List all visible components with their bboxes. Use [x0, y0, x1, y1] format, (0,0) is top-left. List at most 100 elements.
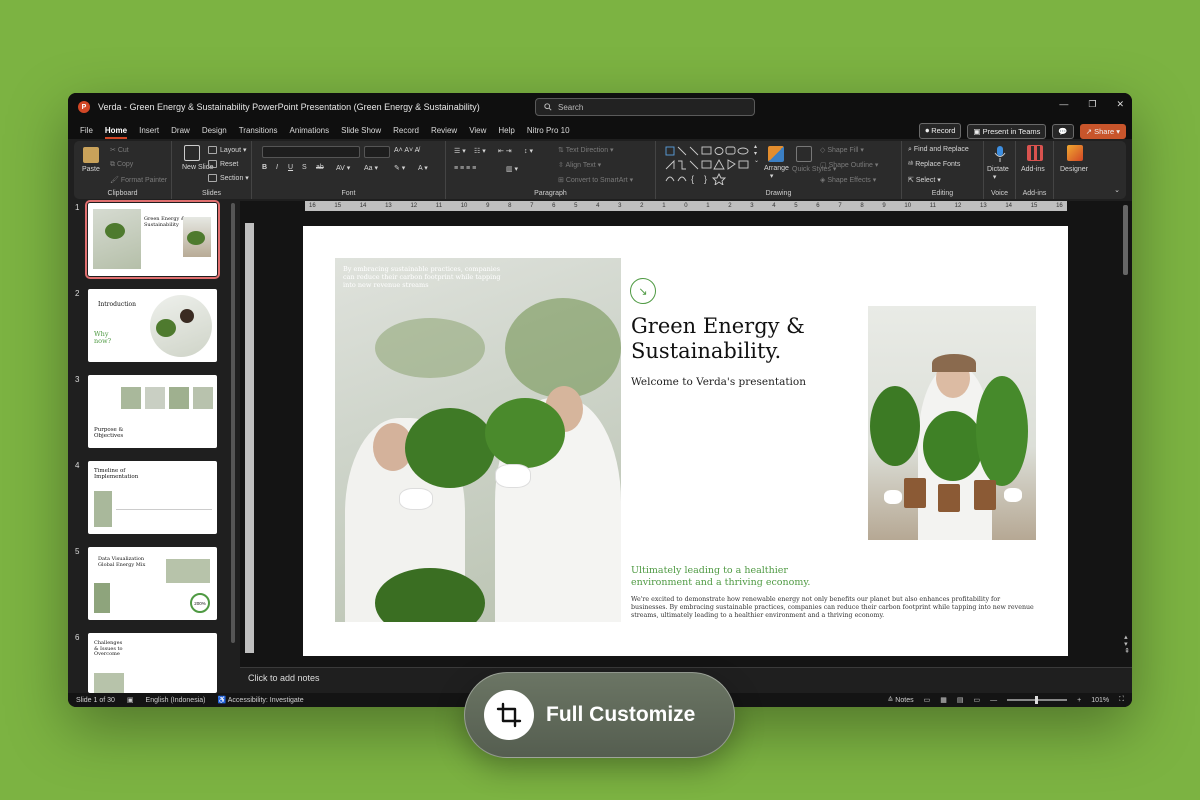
- search-input[interactable]: Search: [535, 98, 755, 116]
- slide-subtitle[interactable]: Welcome to Verda's presentation: [631, 376, 806, 388]
- ruler-tick-label: 6: [816, 203, 820, 209]
- line-spacing-button[interactable]: ↕ ▾: [524, 147, 533, 155]
- editor-scrollbar[interactable]: [1123, 205, 1128, 275]
- slide-thumbnail-3[interactable]: Purpose & Objectives: [88, 375, 217, 448]
- ruler-tick-label: 1: [662, 203, 666, 209]
- section-button[interactable]: Section ▾: [208, 174, 249, 183]
- dictate-button[interactable]: Dictate ▾: [987, 166, 1009, 181]
- copy-button[interactable]: ⧉ Copy: [110, 161, 133, 169]
- arrange-button[interactable]: Arrange ▾: [764, 165, 789, 180]
- slide-thumbnail-6[interactable]: Challenges & Issues to Overcome: [88, 633, 217, 693]
- indent-buttons[interactable]: ⇤ ⇥: [498, 147, 512, 155]
- plant-leaves-shape: [923, 411, 983, 481]
- comments-button[interactable]: 💬: [1052, 123, 1074, 139]
- font-size-select[interactable]: [364, 146, 390, 158]
- shapes-scroll[interactable]: ▴ ▾ ⌄: [754, 143, 759, 164]
- share-button[interactable]: ↗ Share ▾: [1079, 123, 1126, 139]
- highlight-button[interactable]: ✎ ▾: [394, 164, 405, 172]
- ribbon-collapse-icon[interactable]: ⌄: [1114, 186, 1120, 194]
- alignment-buttons[interactable]: ≡ ≡ ≡ ≡: [454, 165, 476, 172]
- underline-button[interactable]: U: [288, 164, 293, 171]
- tab-insert[interactable]: Insert: [139, 126, 159, 135]
- bold-button[interactable]: B: [262, 164, 267, 171]
- arrow-down-right-icon: ↘: [630, 278, 656, 304]
- tab-design[interactable]: Design: [202, 126, 227, 135]
- shape-effects-button[interactable]: ◈ Shape Effects ▾: [820, 176, 876, 184]
- slide-body-text[interactable]: We're excited to demonstrate how renewab…: [631, 596, 1036, 621]
- addins-button[interactable]: Add-ins: [1021, 166, 1045, 173]
- current-slide[interactable]: By embracing sustainable practices, comp…: [303, 226, 1068, 656]
- reset-button[interactable]: Reset: [208, 160, 238, 168]
- italic-button[interactable]: I: [276, 164, 278, 171]
- slideshow-icon[interactable]: ▭: [973, 696, 980, 704]
- record-button[interactable]: ⏺ Record: [919, 123, 962, 139]
- tab-record[interactable]: Record: [393, 126, 419, 135]
- cut-button[interactable]: ✂ Cut: [110, 146, 129, 154]
- drawing-group: {} ▴ ▾ ⌄ Arrange ▾ Quick Styles ▾ ◇ Shape …: [656, 141, 902, 199]
- bullets-button[interactable]: ☰ ▾: [454, 147, 466, 155]
- close-button[interactable]: ✕: [1116, 99, 1124, 110]
- minimize-button[interactable]: —: [1059, 99, 1068, 110]
- shapes-gallery[interactable]: {}: [664, 145, 754, 185]
- language-indicator[interactable]: English (Indonesia): [146, 697, 206, 704]
- shape-fill-button[interactable]: ◇ Shape Fill ▾: [820, 146, 864, 154]
- layout-button[interactable]: Layout ▾: [208, 146, 247, 155]
- notes-toggle-button[interactable]: ≙ Notes: [887, 696, 913, 704]
- scroll-arrows-icon[interactable]: ▴ ▾ ⇞: [1124, 634, 1130, 655]
- font-size-controls[interactable]: A˄ A˅ A̸: [394, 147, 419, 154]
- font-color-button[interactable]: A ▾: [418, 164, 428, 172]
- format-painter-button[interactable]: 🖌 Format Painter: [110, 176, 167, 184]
- zoom-in-button[interactable]: +: [1077, 697, 1081, 704]
- tab-view[interactable]: View: [469, 126, 486, 135]
- char-spacing-button[interactable]: AV ▾: [336, 164, 350, 172]
- align-text-button[interactable]: ⇳ Align Text ▾: [558, 161, 601, 169]
- accessibility-status[interactable]: ♿ Accessibility: Investigate: [217, 696, 303, 704]
- numbering-button[interactable]: ☷ ▾: [474, 147, 486, 155]
- slide-highlight-text[interactable]: Ultimately leading to a healthier enviro…: [631, 565, 851, 589]
- shape-outline-button[interactable]: ▢ Shape Outline ▾: [820, 161, 878, 169]
- slide-thumbnail-5[interactable]: Data Visualization Global Energy Mix 200…: [88, 547, 217, 620]
- strikethrough-button[interactable]: ab: [316, 164, 324, 171]
- zoom-out-button[interactable]: —: [990, 697, 997, 704]
- thumbnail-scrollbar[interactable]: [231, 203, 235, 643]
- dictate-label: Dictate: [987, 166, 1009, 173]
- replace-fonts-button[interactable]: ᵃᵇ Replace Fonts: [908, 161, 960, 168]
- change-case-button[interactable]: Aa ▾: [364, 164, 378, 172]
- font-label: Font: [341, 190, 356, 197]
- thumbnail-number: 5: [75, 547, 80, 556]
- select-button[interactable]: ⇱ Select ▾: [908, 176, 941, 184]
- paste-button[interactable]: Paste: [82, 166, 100, 173]
- fit-slide-icon[interactable]: ⛶: [1119, 696, 1124, 704]
- maximize-button[interactable]: ❐: [1088, 99, 1096, 110]
- designer-icon: [1067, 145, 1083, 161]
- arrange-icon: [768, 146, 784, 162]
- thumbnail-photo: [166, 559, 210, 583]
- slide-thumbnail-2[interactable]: Introduction Why now?: [88, 289, 217, 362]
- zoom-level[interactable]: 101%: [1091, 697, 1109, 704]
- tab-transitions[interactable]: Transitions: [239, 126, 278, 135]
- find-replace-button[interactable]: ⌕ Find and Replace: [908, 146, 969, 154]
- tab-animations[interactable]: Animations: [290, 126, 330, 135]
- spell-check-icon[interactable]: ▣: [127, 696, 134, 704]
- tab-nitro[interactable]: Nitro Pro 10: [527, 126, 570, 135]
- smartart-button[interactable]: ⊞ Convert to SmartArt ▾: [558, 176, 633, 184]
- zoom-slider[interactable]: [1007, 696, 1068, 704]
- slide-sorter-icon[interactable]: ▦: [940, 696, 947, 704]
- present-in-teams-button[interactable]: ▣ Present in Teams: [967, 123, 1047, 139]
- text-direction-button[interactable]: ⇅ Text Direction ▾: [558, 146, 614, 154]
- normal-view-icon[interactable]: ▭: [924, 696, 931, 704]
- tab-draw[interactable]: Draw: [171, 126, 190, 135]
- tab-file[interactable]: File: [80, 126, 93, 135]
- tab-help[interactable]: Help: [498, 126, 514, 135]
- tab-review[interactable]: Review: [431, 126, 457, 135]
- designer-button[interactable]: Designer: [1060, 166, 1088, 173]
- slide-thumbnail-4[interactable]: Timeline of Implementation: [88, 461, 217, 534]
- tab-home[interactable]: Home: [104, 126, 128, 139]
- shadow-button[interactable]: S: [302, 164, 307, 171]
- tab-slide-show[interactable]: Slide Show: [341, 126, 381, 135]
- slide-thumbnail-1[interactable]: Green Energy & Sustainability: [85, 200, 220, 279]
- columns-button[interactable]: ▥ ▾: [506, 165, 518, 173]
- reading-view-icon[interactable]: ▤: [957, 696, 964, 704]
- slide-title[interactable]: Green Energy & Sustainability.: [631, 314, 851, 364]
- font-family-select[interactable]: [262, 146, 360, 158]
